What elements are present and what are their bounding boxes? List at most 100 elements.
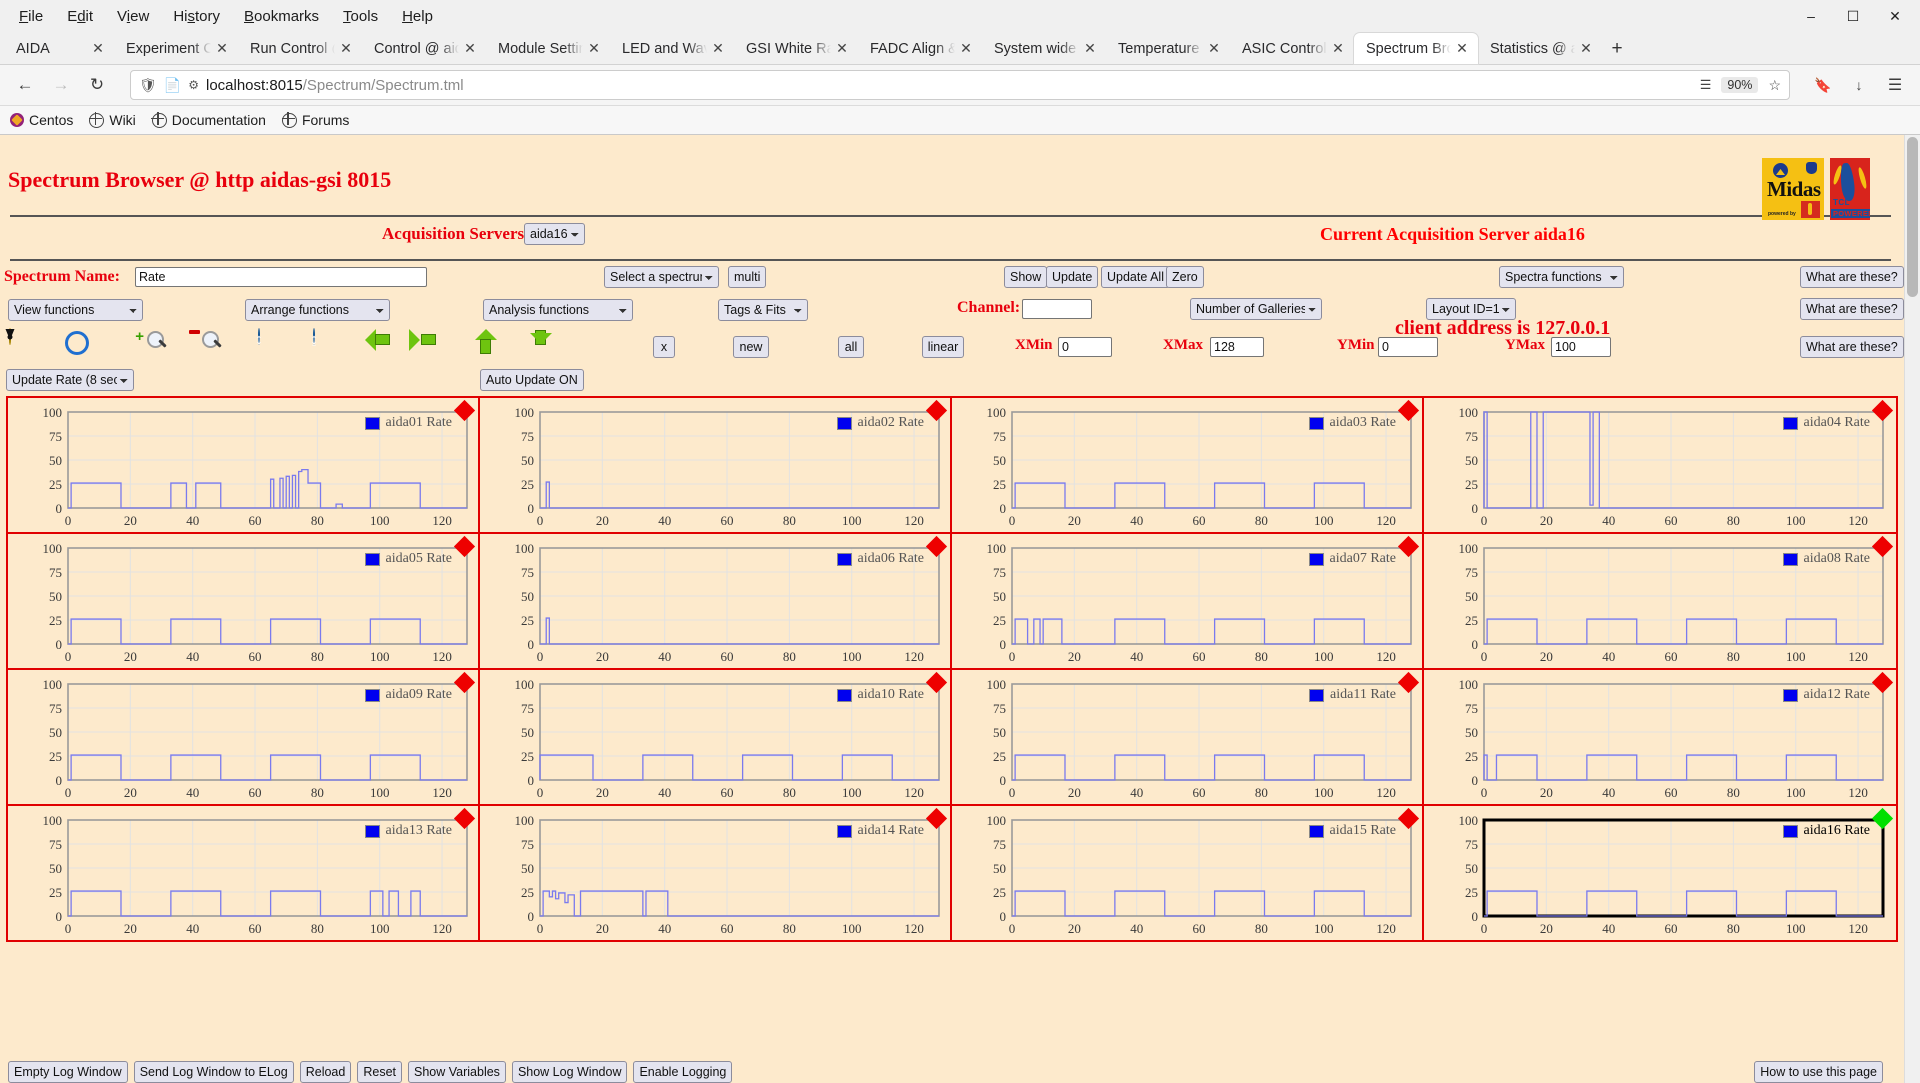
scrollbar-thumb[interactable] <box>1907 137 1918 297</box>
app-menu-icon[interactable]: ☰ <box>1880 70 1910 100</box>
plot-area[interactable]: 0255075100020406080100120aida08 Rate <box>1424 534 1896 668</box>
tab-close-icon[interactable]: ✕ <box>339 40 353 57</box>
arrow-up-icon[interactable] <box>474 329 502 357</box>
browser-tab-0[interactable]: AIDA✕ <box>4 33 114 64</box>
acquisition-server-select[interactable]: aida16 <box>524 223 585 245</box>
browser-tab-1[interactable]: Experiment Control @ ai✕ <box>114 33 238 64</box>
plot-area[interactable]: 0255075100020406080100120aida02 Rate <box>480 398 950 532</box>
spectrum-panel-aida14[interactable]: 0255075100020406080100120aida14 Rate <box>480 806 952 940</box>
tab-close-icon[interactable]: ✕ <box>587 40 601 57</box>
plot-area[interactable]: 0255075100020406080100120aida11 Rate <box>952 670 1422 804</box>
pocket-icon[interactable]: 🔖 <box>1808 70 1838 100</box>
plot-area[interactable]: 0255075100020406080100120aida07 Rate <box>952 534 1422 668</box>
tab-close-icon[interactable]: ✕ <box>835 40 849 57</box>
xmin-input[interactable] <box>1058 337 1112 357</box>
minimize-icon[interactable]: – <box>1790 1 1832 31</box>
plot-area[interactable]: 0255075100020406080100120aida04 Rate <box>1424 398 1896 532</box>
plot-area[interactable]: 0255075100020406080100120aida10 Rate <box>480 670 950 804</box>
update-rate-dropdown[interactable]: Update Rate (8 secs) <box>6 369 134 391</box>
browser-tab-6[interactable]: GSI White Rabbit @ aid✕ <box>734 33 858 64</box>
number-of-galleries-dropdown[interactable]: Number of Galleries <box>1190 298 1322 320</box>
browser-tab-9[interactable]: Temperature and Volta✕ <box>1106 33 1230 64</box>
spectrum-panel-aida02[interactable]: 0255075100020406080100120aida02 Rate <box>480 398 952 532</box>
plot-area[interactable]: 0255075100020406080100120aida13 Rate <box>8 806 478 940</box>
menu-tools[interactable]: Tools <box>332 4 389 29</box>
bookmark-documentation[interactable]: Documentation <box>152 112 266 128</box>
ymin-input[interactable] <box>1378 337 1438 357</box>
xmax-input[interactable] <box>1210 337 1264 357</box>
permissions-icon[interactable]: ⚙ <box>188 78 199 92</box>
ymax-input[interactable] <box>1551 337 1611 357</box>
spectrum-panel-aida13[interactable]: 0255075100020406080100120aida13 Rate <box>8 806 480 940</box>
refresh-icon[interactable] <box>61 329 89 357</box>
spectrum-panel-aida01[interactable]: 0255075100020406080100120aida01 Rate <box>8 398 480 532</box>
browser-tab-12[interactable]: Statistics @ aidas-gsi✕ <box>1478 33 1602 64</box>
new-button[interactable]: new <box>733 336 769 358</box>
zoom-out-icon[interactable] <box>199 329 227 357</box>
spectrum-panel-aida08[interactable]: 0255075100020406080100120aida08 Rate <box>1424 534 1896 668</box>
spectrum-panel-aida06[interactable]: 0255075100020406080100120aida06 Rate <box>480 534 952 668</box>
bookmark-forums[interactable]: Forums <box>282 112 349 128</box>
all-button[interactable]: all <box>838 336 864 358</box>
zoom-in-icon[interactable]: + <box>144 329 172 357</box>
bookmark-centos[interactable]: Centos <box>10 112 73 128</box>
tab-close-icon[interactable]: ✕ <box>463 40 477 57</box>
tab-close-icon[interactable]: ✕ <box>1579 40 1593 57</box>
page-info-icon[interactable]: 📄 <box>164 77 181 94</box>
tags-and-fits-dropdown[interactable]: Tags & Fits <box>718 299 808 321</box>
arrow-down-icon[interactable] <box>529 329 557 357</box>
spectrum-panel-aida04[interactable]: 0255075100020406080100120aida04 Rate <box>1424 398 1896 532</box>
expand-vertical-icon[interactable]: ↨ <box>309 329 337 357</box>
tab-close-icon[interactable]: ✕ <box>91 40 105 57</box>
arrow-left-icon[interactable] <box>364 329 392 357</box>
tab-close-icon[interactable]: ✕ <box>711 40 725 57</box>
spectrum-panel-aida05[interactable]: 0255075100020406080100120aida05 Rate <box>8 534 480 668</box>
layout-id-dropdown[interactable]: Layout ID=1 <box>1426 298 1516 320</box>
select-spectrum-dropdown[interactable]: Select a spectrum <box>604 266 719 288</box>
plot-area[interactable]: 0255075100020406080100120aida14 Rate <box>480 806 950 940</box>
plot-area[interactable]: 0255075100020406080100120aida09 Rate <box>8 670 478 804</box>
plot-area[interactable]: 0255075100020406080100120aida03 Rate <box>952 398 1422 532</box>
plot-area[interactable]: 0255075100020406080100120aida16 Rate <box>1424 806 1896 940</box>
show-button[interactable]: Show <box>1004 266 1047 288</box>
multi-button[interactable]: multi <box>728 266 766 288</box>
spectrum-panel-aida16[interactable]: 0255075100020406080100120aida16 Rate <box>1424 806 1896 940</box>
reload-icon[interactable]: ↻ <box>82 70 112 100</box>
back-icon[interactable]: ← <box>10 70 40 100</box>
new-tab-button[interactable]: + <box>1602 34 1632 64</box>
page-scrollbar[interactable] <box>1904 135 1920 1083</box>
bookmark-wiki[interactable]: Wiki <box>89 112 135 128</box>
close-icon[interactable]: ✕ <box>1874 1 1916 31</box>
channel-input[interactable] <box>1022 299 1092 319</box>
spectrum-panel-aida10[interactable]: 0255075100020406080100120aida10 Rate <box>480 670 952 804</box>
shield-icon[interactable]: 🛡 <box>139 77 157 94</box>
browser-tab-3[interactable]: Control @ aidas-gsi✕ <box>362 33 486 64</box>
menu-view[interactable]: View <box>106 4 160 29</box>
zero-button[interactable]: Zero <box>1166 266 1204 288</box>
bookmark-star-icon[interactable]: ☆ <box>1768 77 1781 94</box>
menu-file[interactable]: File <box>8 4 54 29</box>
browser-tab-8[interactable]: System wide Checks @ a✕ <box>982 33 1106 64</box>
spectra-functions-dropdown[interactable]: Spectra functions <box>1499 266 1624 288</box>
browser-tab-11[interactable]: Spectrum Browser @ ht✕ <box>1354 33 1478 64</box>
menu-help[interactable]: Help <box>391 4 444 29</box>
x-button[interactable]: x <box>653 336 675 358</box>
tab-close-icon[interactable]: ✕ <box>959 40 973 57</box>
tab-close-icon[interactable]: ✕ <box>1207 40 1221 57</box>
auto-update-button[interactable]: Auto Update ON <box>480 369 584 391</box>
reader-view-icon[interactable]: ☰ <box>1700 77 1712 93</box>
spectrum-panel-aida11[interactable]: 0255075100020406080100120aida11 Rate <box>952 670 1424 804</box>
tab-close-icon[interactable]: ✕ <box>1331 40 1345 57</box>
plot-area[interactable]: 0255075100020406080100120aida06 Rate <box>480 534 950 668</box>
maximize-icon[interactable]: ☐ <box>1832 1 1874 31</box>
menu-history[interactable]: History <box>162 4 231 29</box>
forward-icon[interactable]: → <box>46 70 76 100</box>
browser-tab-2[interactable]: Run Control @ aidas-g✕ <box>238 33 362 64</box>
tab-close-icon[interactable]: ✕ <box>215 40 229 57</box>
address-bar[interactable]: 🛡 📄 ⚙ localhost:8015/Spectrum/Spectrum.t… <box>130 70 1790 100</box>
menu-edit[interactable]: Edit <box>56 4 104 29</box>
browser-tab-5[interactable]: LED and Waveform @ a✕ <box>610 33 734 64</box>
view-functions-dropdown[interactable]: View functions <box>8 299 143 321</box>
downloads-icon[interactable]: ↓ <box>1844 70 1874 100</box>
plot-area[interactable]: 0255075100020406080100120aida12 Rate <box>1424 670 1896 804</box>
